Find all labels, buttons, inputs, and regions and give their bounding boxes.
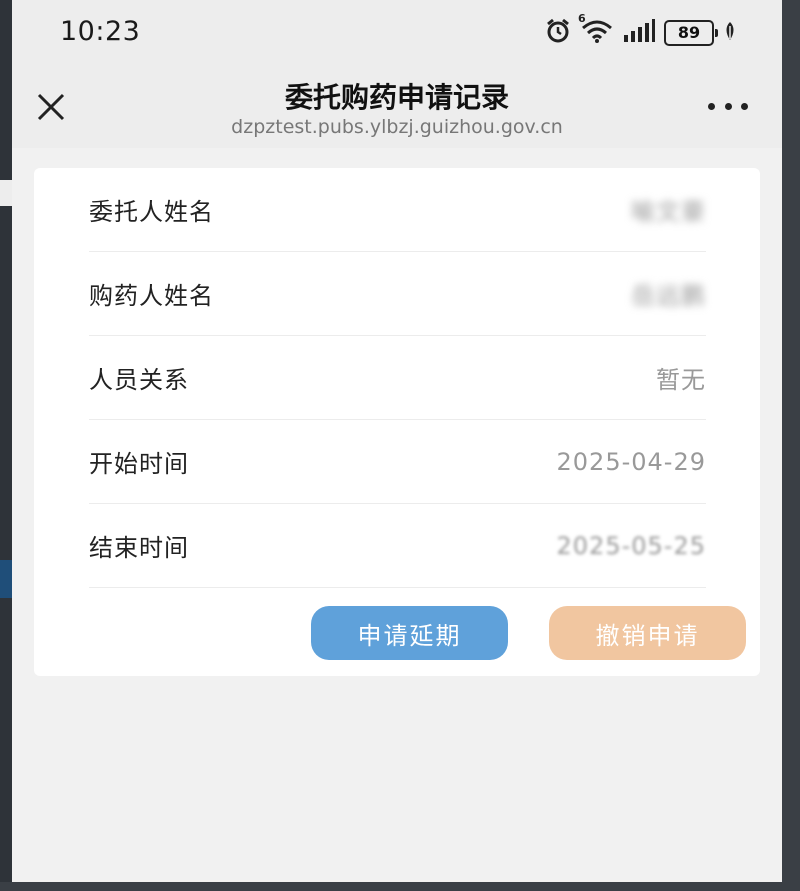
row-value: 喻文豪 [631,198,706,226]
extend-application-button[interactable]: 申请延期 [311,606,508,660]
row-value: 暂无 [656,366,706,394]
status-bar: 10:23 6 89 [12,0,782,66]
row-entrusting-person: 委托人姓名 喻文豪 [89,168,706,252]
more-icon-dot [724,102,732,110]
status-time: 10:23 [60,16,141,47]
row-value: 2025-04-29 [556,447,706,476]
row-purchaser: 购药人姓名 岳远鹏 [89,252,706,336]
row-label: 人员关系 [89,366,189,394]
row-relationship: 人员关系 暂无 [89,336,706,420]
cancel-application-button[interactable]: 撤销申请 [549,606,746,660]
alarm-icon [544,17,572,49]
more-icon-dot [741,102,748,110]
more-icon-dot [708,102,715,110]
row-value: 2025-05-25 [556,531,706,560]
wifi-icon: 6 [578,12,614,48]
row-label: 结束时间 [89,534,189,562]
background-app-fragment [0,560,12,598]
more-button[interactable] [708,96,748,116]
row-label: 委托人姓名 [89,198,214,226]
row-value: 岳远鹏 [631,282,706,310]
phone-screen: 10:23 6 89 委托购药申请记录 dzpztest.pubs.ylbzj.… [12,0,782,882]
page-header: 委托购药申请记录 dzpztest.pubs.ylbzj.guizhou.gov… [12,66,782,148]
leaf-icon [722,20,738,46]
window-edge [782,0,800,891]
row-end-date: 结束时间 2025-05-25 [89,504,706,588]
page-title: 委托购药申请记录 [284,81,509,114]
record-card: 委托人姓名 喻文豪 购药人姓名 岳远鹏 人员关系 暂无 开始时间 2025-04… [34,168,760,676]
background-app-edge [0,0,12,891]
row-label: 开始时间 [89,450,189,478]
battery-icon: 89 [664,20,718,46]
window-edge [0,882,800,891]
status-icons: 6 89 [544,12,738,49]
network-generation-label: 6 [578,12,586,25]
signal-icon [622,19,656,47]
row-label: 购药人姓名 [89,282,214,310]
background-app-fragment [0,180,12,206]
row-start-date: 开始时间 2025-04-29 [89,420,706,504]
page-url: dzpztest.pubs.ylbzj.guizhou.gov.cn [231,116,563,138]
